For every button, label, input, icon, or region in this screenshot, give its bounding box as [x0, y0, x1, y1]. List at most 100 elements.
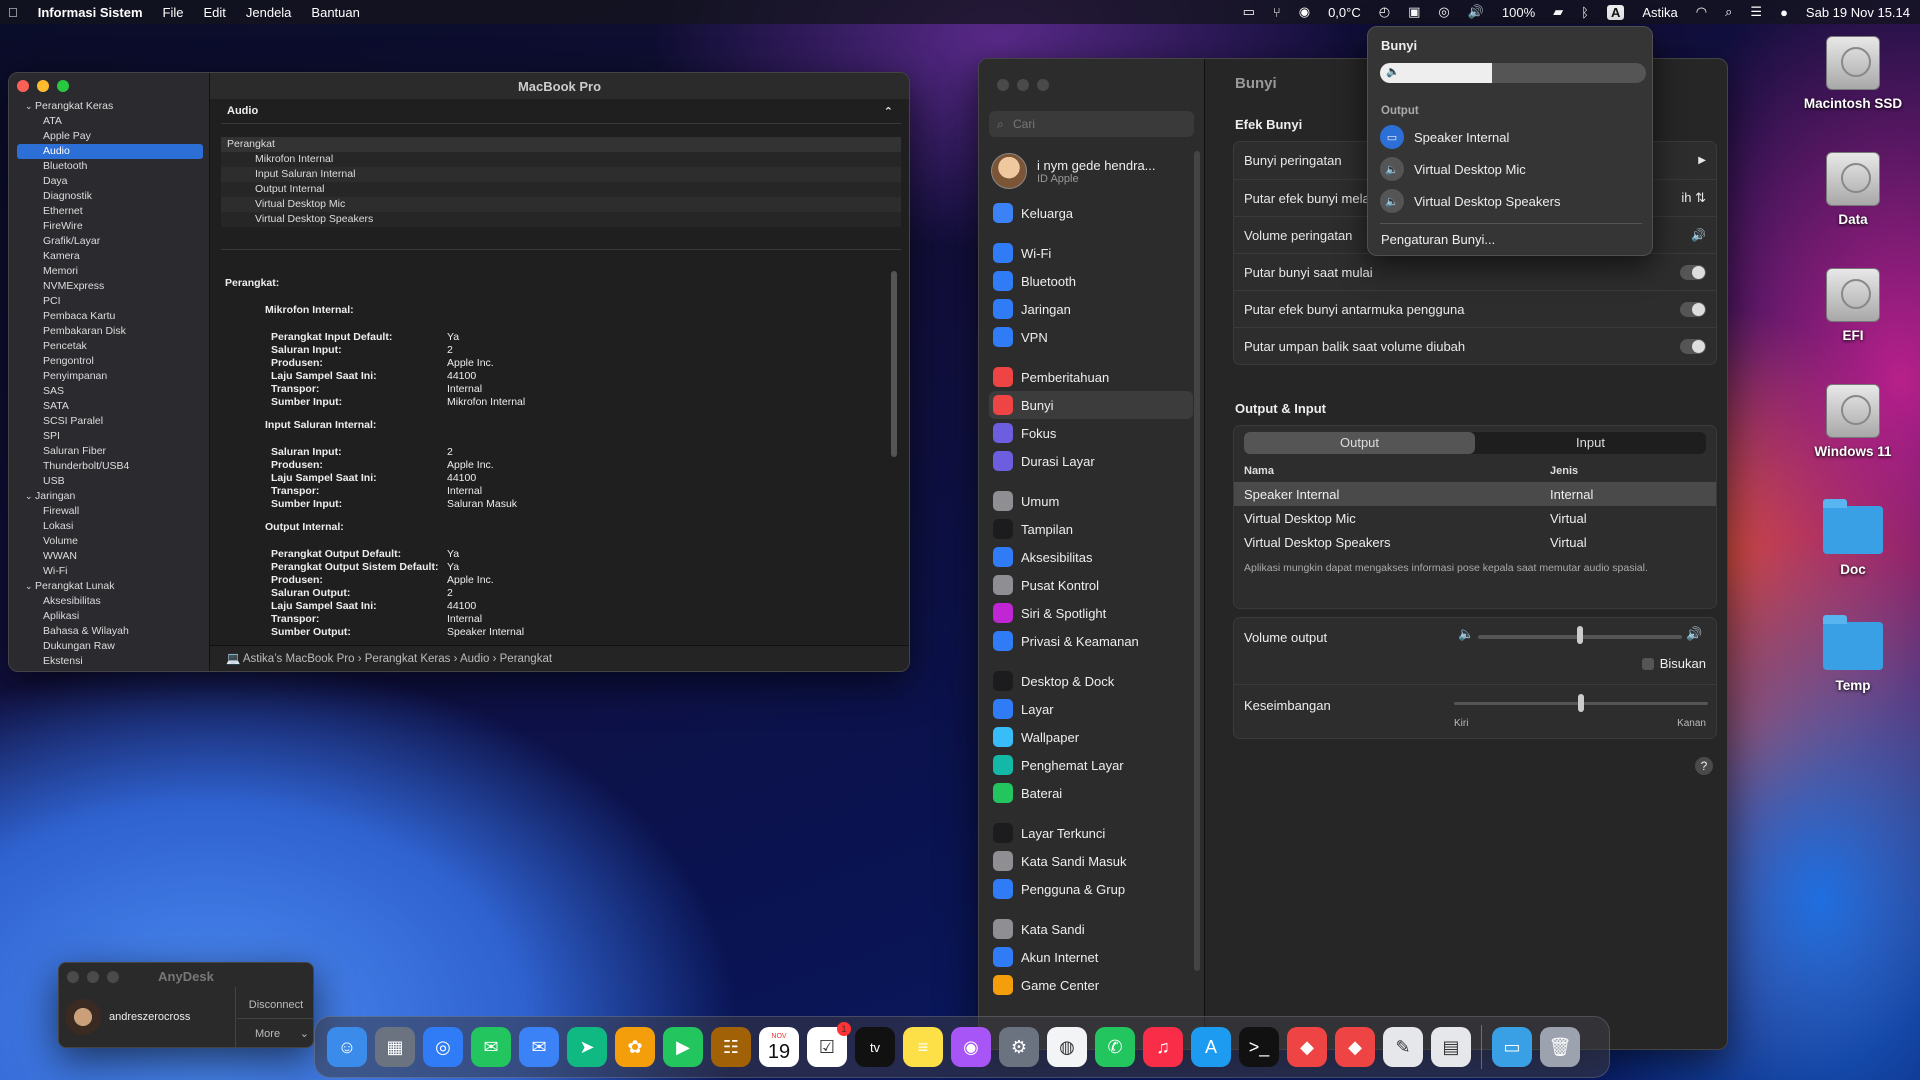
sidebar-item-keluarga[interactable]: Keluarga — [989, 199, 1193, 227]
tree-item[interactable]: SCSI Paralel — [17, 414, 203, 429]
safari-icon[interactable]: ◎ — [423, 1027, 463, 1067]
zoom-button[interactable] — [1037, 79, 1049, 91]
desktop-folder-temp[interactable]: Temp — [1798, 615, 1908, 693]
sound-icon[interactable]: 🔊 — [1468, 4, 1484, 20]
anydesk-icon[interactable]: ◆ — [1287, 1027, 1327, 1067]
appstore-icon[interactable]: A — [1191, 1027, 1231, 1067]
tree-item[interactable]: Diagnostik — [17, 189, 203, 204]
sidebar-item-umum[interactable]: Umum — [989, 487, 1193, 515]
fork-icon[interactable]: ⑂ — [1273, 5, 1281, 20]
tree-item[interactable]: SATA — [17, 399, 203, 414]
toggle-switch[interactable] — [1680, 264, 1706, 280]
tree-item[interactable]: Aksesibilitas — [17, 594, 203, 609]
breadcrumb-path[interactable]: Astika’s MacBook Pro › Perangkat Keras ›… — [243, 653, 552, 665]
sidebar-item-bunyi[interactable]: Bunyi — [989, 391, 1193, 419]
sidebar-item-penghemat-layar[interactable]: Penghemat Layar — [989, 751, 1193, 779]
tab-output[interactable]: Output — [1244, 432, 1475, 454]
downloads-icon[interactable]: ▭ — [1492, 1027, 1532, 1067]
anydesk-2-icon[interactable]: ◆ — [1335, 1027, 1375, 1067]
tree-item[interactable]: Grafik/Layar — [17, 234, 203, 249]
sidebar-item-akun-internet[interactable]: Akun Internet — [989, 943, 1193, 971]
sidebar-item-aksesibilitas[interactable]: Aksesibilitas — [989, 543, 1193, 571]
tree-item[interactable]: Saluran Fiber — [17, 444, 203, 459]
tree-item[interactable]: Bahasa & Wilayah — [17, 624, 203, 639]
tree-item[interactable]: Daya — [17, 174, 203, 189]
zoom-button[interactable] — [57, 80, 69, 92]
temperature-readout[interactable]: 0,0°C — [1328, 5, 1361, 20]
tree-item[interactable]: PCI — [17, 294, 203, 309]
section-header[interactable]: Audio ⌃ — [221, 105, 901, 123]
help-button[interactable]: ? — [1695, 757, 1713, 775]
wifi-icon[interactable]: ◠ — [1696, 4, 1707, 20]
toggle-switch[interactable] — [1680, 338, 1706, 354]
balance-slider-knob[interactable] — [1578, 694, 1584, 712]
tree-item[interactable]: Penyimpanan — [17, 369, 203, 384]
menu-help[interactable]: Bantuan — [311, 5, 359, 20]
apple-id-item[interactable]: i nym gede hendra... ID Apple — [991, 153, 1156, 189]
music-icon[interactable]: ♫ — [1143, 1027, 1183, 1067]
time-machine-icon[interactable]: ◴ — [1379, 4, 1390, 20]
minimize-button[interactable] — [37, 80, 49, 92]
chevron-up-icon[interactable]: ⌃ — [884, 105, 893, 118]
trash-icon[interactable]: 🗑 — [1540, 1027, 1580, 1067]
tree-item[interactable]: Firewall — [17, 504, 203, 519]
sidebar-item-fokus[interactable]: Fokus — [989, 419, 1193, 447]
tree-item[interactable]: Thunderbolt/USB4 — [17, 459, 203, 474]
output-virtual-desktop-mic[interactable]: 🔈 Virtual Desktop Mic — [1380, 155, 1526, 183]
apple-menu-icon[interactable]:  — [8, 5, 18, 20]
output-select[interactable]: ih ⇅ — [1681, 190, 1706, 206]
tree-item[interactable]: Apple Pay — [17, 129, 203, 144]
preview-icon[interactable]: ▤ — [1431, 1027, 1471, 1067]
device-list-item[interactable]: Input Saluran Internal — [221, 167, 901, 182]
tree-item[interactable]: Jaringan — [17, 489, 203, 504]
play-icon[interactable]: ▶ — [1698, 155, 1706, 166]
desktop-drive-windows[interactable]: Windows 11 — [1798, 384, 1908, 459]
finder-icon[interactable]: ☺ — [327, 1027, 367, 1067]
calendar-icon[interactable]: NOV 19 — [759, 1027, 799, 1067]
facetime-icon[interactable]: ▶ — [663, 1027, 703, 1067]
minimize-button[interactable] — [1017, 79, 1029, 91]
battery-percent[interactable]: 100% — [1502, 5, 1535, 20]
desktop-drive-macintosh-ssd[interactable]: Macintosh SSD — [1798, 36, 1908, 111]
table-row[interactable]: Virtual Desktop Mic Virtual — [1234, 506, 1716, 530]
device-list-item[interactable]: Mikrofon Internal — [221, 152, 901, 167]
system-settings-icon[interactable]: ⚙ — [999, 1027, 1039, 1067]
monitor-icon[interactable]: ▣ — [1408, 4, 1420, 20]
device-list-item[interactable]: Virtual Desktop Mic — [221, 197, 901, 212]
tree-item[interactable]: Audio — [17, 144, 203, 159]
scrollbar[interactable] — [1194, 151, 1200, 971]
sidebar-item-tampilan[interactable]: Tampilan — [989, 515, 1193, 543]
sidebar-item-vpn[interactable]: VPN — [989, 323, 1193, 351]
tree-item[interactable]: Pembakaran Disk — [17, 324, 203, 339]
table-row[interactable]: Virtual Desktop Speakers Virtual — [1234, 530, 1716, 554]
sidebar-item-desktop-dock[interactable]: Desktop & Dock — [989, 667, 1193, 695]
table-row[interactable]: Speaker Internal Internal — [1234, 482, 1716, 506]
input-source[interactable]: A — [1606, 4, 1625, 20]
textedit-icon[interactable]: ✎ — [1383, 1027, 1423, 1067]
control-center-icon[interactable]: ☰ — [1750, 4, 1762, 20]
sidebar-item-pengguna-grup[interactable]: Pengguna & Grup — [989, 875, 1193, 903]
column-type[interactable]: Jenis — [1550, 465, 1578, 477]
tree-item[interactable]: Lokasi — [17, 519, 203, 534]
popup-volume-slider[interactable] — [1380, 63, 1646, 83]
photos-icon[interactable]: ✿ — [615, 1027, 655, 1067]
launchpad-icon[interactable]: ▦ — [375, 1027, 415, 1067]
airdrop-icon[interactable]: ◎ — [1438, 4, 1449, 20]
sidebar-item-bluetooth[interactable]: Bluetooth — [989, 267, 1193, 295]
tree-item[interactable]: Volume — [17, 534, 203, 549]
terminal-icon[interactable]: >_ — [1239, 1027, 1279, 1067]
sidebar-item-durasi-layar[interactable]: Durasi Layar — [989, 447, 1193, 475]
column-name[interactable]: Nama — [1244, 465, 1550, 477]
sidebar-item-siri-spotlight[interactable]: Siri & Spotlight — [989, 599, 1193, 627]
sidebar-item-wallpaper[interactable]: Wallpaper — [989, 723, 1193, 751]
sidebar-item-kata-sandi-masuk[interactable]: Kata Sandi Masuk — [989, 847, 1193, 875]
user-menu[interactable]: Astika — [1642, 5, 1677, 20]
chrome-icon[interactable]: ◍ — [1047, 1027, 1087, 1067]
search-field[interactable]: ⌕ Cari — [989, 111, 1194, 137]
display-icon[interactable]: ▭ — [1243, 4, 1255, 20]
sidebar-item-wi-fi[interactable]: Wi-Fi — [989, 239, 1193, 267]
reminders-icon[interactable]: ☑ 1 — [807, 1022, 851, 1067]
tree-item[interactable]: Pencetak — [17, 339, 203, 354]
messages-icon[interactable]: ✉ — [471, 1027, 511, 1067]
toggle-switch[interactable] — [1680, 301, 1706, 317]
